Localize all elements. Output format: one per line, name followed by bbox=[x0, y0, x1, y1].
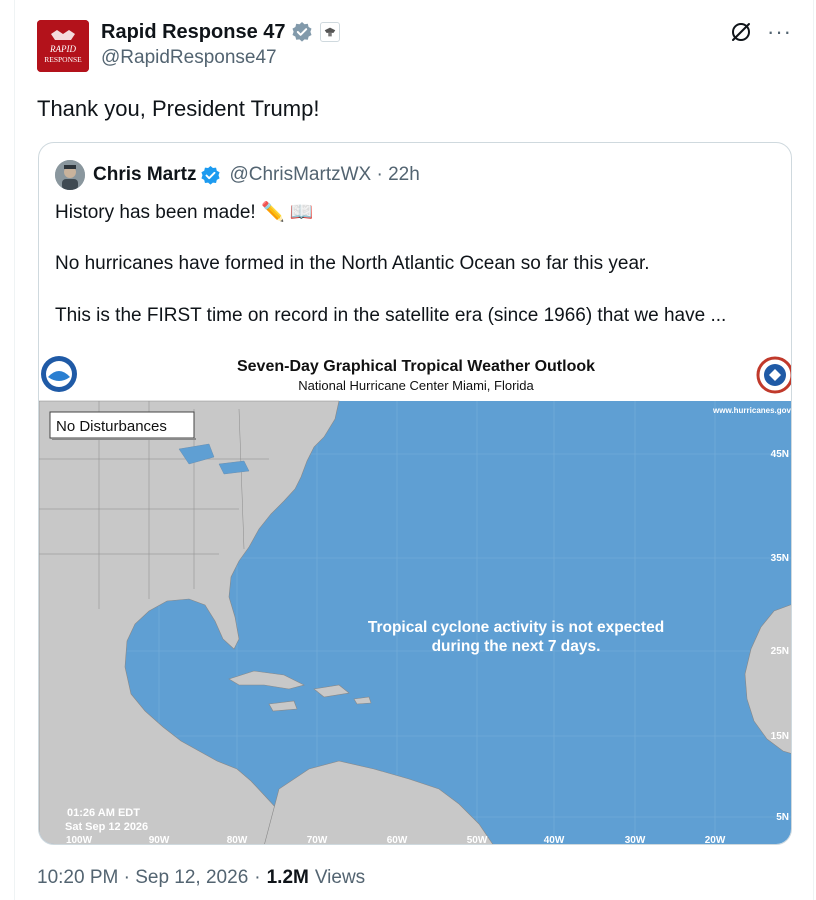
svg-text:25N: 25N bbox=[771, 646, 789, 657]
svg-text:35N: 35N bbox=[771, 553, 789, 564]
svg-text:40W: 40W bbox=[544, 835, 565, 845]
svg-text:70W: 70W bbox=[307, 835, 328, 845]
post-timestamp[interactable]: 10:20 PM · Sep 12, 2026 bbox=[37, 867, 248, 889]
views-label: Views bbox=[314, 867, 366, 888]
quoted-text-line: No hurricanes have formed in the North A… bbox=[55, 253, 650, 274]
grok-icon[interactable] bbox=[729, 20, 753, 44]
svg-text:15N: 15N bbox=[771, 731, 789, 742]
svg-text:50W: 50W bbox=[467, 835, 488, 845]
svg-text:90W: 90W bbox=[149, 835, 170, 845]
quoted-post[interactable]: Chris Martz @ChrisMartzWX · 22h History … bbox=[38, 142, 792, 845]
map-title: Seven-Day Graphical Tropical Weather Out… bbox=[237, 358, 595, 375]
svg-text:60W: 60W bbox=[387, 835, 408, 845]
quoted-text-line: This is the FIRST time on record in the … bbox=[55, 305, 727, 326]
quoted-verified-icon bbox=[200, 165, 221, 186]
tropical-outlook-map-image[interactable]: Seven-Day Graphical Tropical Weather Out… bbox=[39, 349, 791, 845]
noaa-logo-icon bbox=[41, 356, 77, 392]
map-time: 01:26 AM EDT bbox=[67, 807, 140, 819]
post-text: Thank you, President Trump! bbox=[37, 96, 320, 121]
post-footer: 10:20 PM · Sep 12, 2026 · 1.2M Views bbox=[37, 867, 365, 889]
map-message-line: during the next 7 days. bbox=[432, 638, 601, 655]
map-message-line: Tropical cyclone activity is not expecte… bbox=[368, 619, 664, 636]
svg-text:RAPID: RAPID bbox=[49, 44, 76, 54]
svg-text:30W: 30W bbox=[625, 835, 646, 845]
quoted-text-line: History has been made! ✏️ 📖 bbox=[55, 202, 314, 223]
views-count: 1.2M bbox=[266, 867, 309, 888]
svg-text:RESPONSE: RESPONSE bbox=[44, 55, 82, 64]
quoted-author-handle: @ChrisMartzWX · 22h bbox=[229, 164, 420, 185]
quoted-author-avatar[interactable] bbox=[55, 160, 85, 190]
svg-text:20W: 20W bbox=[705, 835, 726, 845]
author-handle[interactable]: @RapidResponse47 bbox=[101, 47, 277, 69]
svg-text:5N: 5N bbox=[776, 812, 789, 823]
nws-logo-icon bbox=[756, 356, 791, 394]
map-date: Sat Sep 12 2026 bbox=[65, 821, 148, 833]
map-website: www.hurricanes.gov bbox=[712, 406, 791, 415]
affiliation-badge-icon[interactable] bbox=[319, 22, 340, 42]
more-options-icon[interactable]: ··· bbox=[767, 21, 792, 43]
svg-text:No Disturbances: No Disturbances bbox=[56, 418, 167, 435]
svg-text:100W: 100W bbox=[66, 835, 93, 845]
svg-text:45N: 45N bbox=[771, 449, 789, 460]
separator: · bbox=[254, 867, 261, 888]
verified-badge-icon[interactable] bbox=[291, 21, 313, 43]
author-name[interactable]: Rapid Response 47 bbox=[101, 21, 286, 44]
map-subtitle: National Hurricane Center Miami, Florida bbox=[298, 378, 534, 393]
svg-text:80W: 80W bbox=[227, 835, 248, 845]
no-disturbances-badge: No Disturbances bbox=[49, 411, 196, 440]
author-avatar[interactable]: RAPID RESPONSE bbox=[37, 20, 89, 72]
quoted-author-name[interactable]: Chris Martz bbox=[93, 164, 196, 186]
